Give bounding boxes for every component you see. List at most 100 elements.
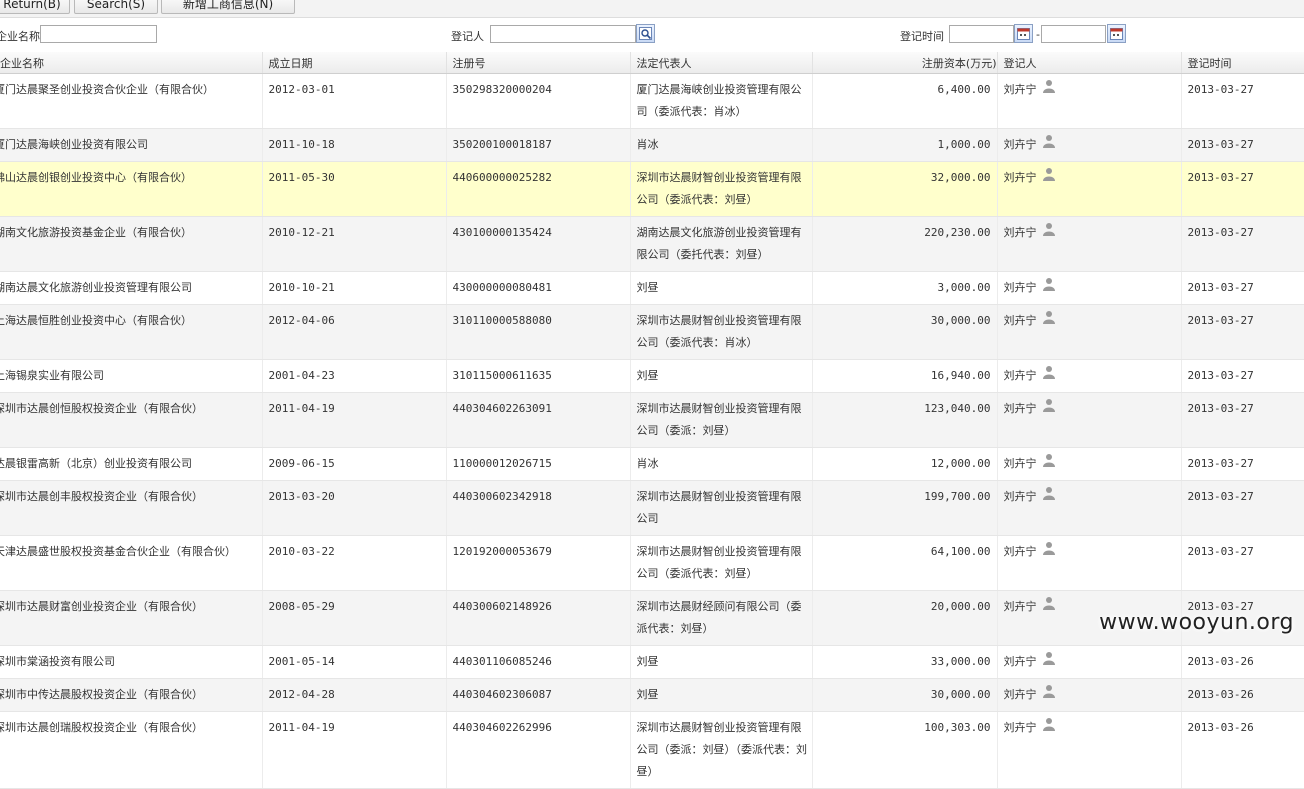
cell-company-name[interactable]: 天津达晨盛世股权投资基金合伙企业（有限合伙） xyxy=(0,535,263,591)
add-business-info-button[interactable]: 新增工商信息(N) xyxy=(161,0,295,14)
cell-company-name[interactable]: 深圳市达晨财富创业投资企业（有限合伙） xyxy=(0,590,263,646)
cell-registration-number: 350298320000204 xyxy=(446,73,631,129)
column-header-registered-capital[interactable]: 注册资本(万元) xyxy=(812,52,998,74)
cell-registration-number: 440300602342918 xyxy=(446,480,631,536)
table-row[interactable]: 湖南文化旅游投资基金企业（有限合伙） 2010-12-21 430100000135… xyxy=(0,216,1304,272)
column-header-registration-time[interactable]: 登记时间 xyxy=(1181,52,1304,74)
table-row[interactable]: 深圳市达晨创恒股权投资企业（有限合伙） 2011-04-19 44030460226… xyxy=(0,392,1304,448)
cell-legal-representative: 深圳市达晨财智创业投资管理有限公司（委派代表：肖冰） xyxy=(630,304,813,360)
cell-company-name[interactable]: 深圳市达晨创恒股权投资企业（有限合伙） xyxy=(0,392,263,448)
cell-company-name[interactable]: 上海锡泉实业有限公司 xyxy=(0,359,263,393)
column-header-legal-representative[interactable]: 法定代表人 xyxy=(630,52,813,74)
table-row[interactable]: 厦门达晨聚圣创业投资合伙企业（有限合伙） 2012-03-01 3502983200… xyxy=(0,73,1304,129)
cell-company-name[interactable]: 厦门达晨聚圣创业投资合伙企业（有限合伙） xyxy=(0,73,263,129)
cell-registrant: 刘卉宁 xyxy=(997,359,1182,393)
user-icon[interactable] xyxy=(1042,596,1055,618)
cell-legal-representative: 深圳市达晨财经顾问有限公司（委派代表：刘昼） xyxy=(630,590,813,646)
registrant-input[interactable] xyxy=(490,25,636,43)
user-icon[interactable] xyxy=(1042,684,1055,706)
table-row[interactable]: 天津达晨盛世股权投资基金合伙企业（有限合伙） 2010-03-22 12019200… xyxy=(0,535,1304,591)
cell-legal-representative: 刘昼 xyxy=(630,645,813,679)
table-row[interactable]: 深圳市达晨创丰股权投资企业（有限合伙） 2013-03-20 44030060234… xyxy=(0,480,1304,536)
cell-registration-number: 110000012026715 xyxy=(446,447,631,481)
table-row[interactable]: 上海锡泉实业有限公司 2001-04-23 310115000611635 刘昼 16,… xyxy=(0,359,1304,393)
cell-registered-capital: 3,000.00 xyxy=(812,271,998,305)
cell-registered-capital: 6,400.00 xyxy=(812,73,998,129)
user-icon[interactable] xyxy=(1042,310,1055,332)
cell-registered-capital: 199,700.00 xyxy=(812,480,998,536)
registrant-name: 刘卉宁 xyxy=(1003,171,1037,184)
cell-company-name[interactable]: 上海达晨恒胜创业投资中心（有限合伙） xyxy=(0,304,263,360)
cell-company-name[interactable]: 深圳市达晨创丰股权投资企业（有限合伙） xyxy=(0,480,263,536)
user-icon[interactable] xyxy=(1042,486,1055,508)
column-header-company-name[interactable]: 企业名称 xyxy=(0,52,263,74)
table-row[interactable]: 湖南达晨文化旅游创业投资管理有限公司 2010-10-21 430000000080… xyxy=(0,271,1304,305)
registrant-lookup-button[interactable] xyxy=(636,24,655,43)
user-icon[interactable] xyxy=(1042,134,1055,156)
cell-registration-time: 2013-03-26 xyxy=(1181,645,1304,679)
cell-registration-time: 2013-03-27 xyxy=(1181,271,1304,305)
toolbar: Return(B) Search(S) 新增工商信息(N) xyxy=(0,0,1304,18)
registrant-name: 刘卉宁 xyxy=(1003,369,1037,382)
column-header-registrant[interactable]: 登记人 xyxy=(997,52,1182,74)
user-icon[interactable] xyxy=(1042,222,1055,244)
return-button[interactable]: Return(B) xyxy=(0,0,70,14)
company-name-input[interactable] xyxy=(40,25,157,43)
reg-time-end-input[interactable] xyxy=(1041,25,1106,43)
registrant-name: 刘卉宁 xyxy=(1003,655,1037,668)
cell-company-name[interactable]: 厦门达晨海峡创业投资有限公司 xyxy=(0,128,263,162)
user-icon[interactable] xyxy=(1042,651,1055,673)
cell-registrant: 刘卉宁 xyxy=(997,271,1182,305)
search-button[interactable]: Search(S) xyxy=(74,0,158,14)
cell-established-date: 2011-04-19 xyxy=(262,711,447,789)
cell-registrant: 刘卉宁 xyxy=(997,304,1182,360)
user-icon[interactable] xyxy=(1042,453,1055,475)
user-icon[interactable] xyxy=(1042,365,1055,387)
cell-registration-time: 2013-03-27 xyxy=(1181,535,1304,591)
cell-registrant: 刘卉宁 xyxy=(997,128,1182,162)
user-icon[interactable] xyxy=(1042,277,1055,299)
table-row[interactable]: 深圳市棠涵投资有限公司 2001-05-14 440301106085246 刘昼 33… xyxy=(0,645,1304,679)
registrant-name: 刘卉宁 xyxy=(1003,721,1037,734)
cell-legal-representative: 深圳市达晨财智创业投资管理有限公司（委派代表：刘昼） xyxy=(630,535,813,591)
cell-registered-capital: 32,000.00 xyxy=(812,161,998,217)
end-date-picker-button[interactable] xyxy=(1107,24,1126,43)
cell-company-name[interactable]: 湖南文化旅游投资基金企业（有限合伙） xyxy=(0,216,263,272)
user-icon[interactable] xyxy=(1042,167,1055,189)
cell-registration-number: 310110000588080 xyxy=(446,304,631,360)
table-row[interactable]: 佛山达晨创银创业投资中心（有限合伙） 2011-05-30 440600000025… xyxy=(0,161,1304,217)
cell-registered-capital: 123,040.00 xyxy=(812,392,998,448)
column-header-registration-number[interactable]: 注册号 xyxy=(446,52,631,74)
registrant-name: 刘卉宁 xyxy=(1003,600,1037,613)
cell-company-name[interactable]: 佛山达晨创银创业投资中心（有限合伙） xyxy=(0,161,263,217)
table-row[interactable]: 深圳市中传达晨股权投资企业（有限合伙） 2012-04-28 44030460230… xyxy=(0,678,1304,712)
cell-legal-representative: 深圳市达晨财智创业投资管理有限公司（委派：刘昼） xyxy=(630,392,813,448)
registrant-name: 刘卉宁 xyxy=(1003,457,1037,470)
user-icon[interactable] xyxy=(1042,79,1055,101)
table-row[interactable]: 深圳市达晨创瑞股权投资企业（有限合伙） 2011-04-19 44030460226… xyxy=(0,711,1304,789)
column-header-established-date[interactable]: 成立日期 xyxy=(262,52,447,74)
table-row[interactable]: 厦门达晨海峡创业投资有限公司 2011-10-18 350200100018187 肖… xyxy=(0,128,1304,162)
reg-time-start-input[interactable] xyxy=(949,25,1014,43)
cell-company-name[interactable]: 深圳市棠涵投资有限公司 xyxy=(0,645,263,679)
registrant-name: 刘卉宁 xyxy=(1003,138,1037,151)
user-icon[interactable] xyxy=(1042,541,1055,563)
cell-company-name[interactable]: 深圳市达晨创瑞股权投资企业（有限合伙） xyxy=(0,711,263,789)
table-row[interactable]: 上海达晨恒胜创业投资中心（有限合伙） 2012-04-06 310110000588… xyxy=(0,304,1304,360)
user-icon[interactable] xyxy=(1042,398,1055,420)
cell-established-date: 2012-03-01 xyxy=(262,73,447,129)
start-date-picker-button[interactable] xyxy=(1014,24,1033,43)
cell-company-name[interactable]: 达晨银雷高新（北京）创业投资有限公司 xyxy=(0,447,263,481)
date-range-separator: - xyxy=(1036,28,1040,41)
cell-legal-representative: 刘昼 xyxy=(630,678,813,712)
cell-established-date: 2010-03-22 xyxy=(262,535,447,591)
cell-registrant: 刘卉宁 xyxy=(997,711,1182,789)
cell-established-date: 2011-04-19 xyxy=(262,392,447,448)
cell-company-name[interactable]: 湖南达晨文化旅游创业投资管理有限公司 xyxy=(0,271,263,305)
user-icon[interactable] xyxy=(1042,717,1055,739)
table-header: 企业名称 成立日期 注册号 法定代表人 注册资本(万元) 登记人 登记时间 xyxy=(0,52,1304,74)
cell-registration-time: 2013-03-27 xyxy=(1181,73,1304,129)
table-row[interactable]: 达晨银雷高新（北京）创业投资有限公司 2009-06-15 110000012026… xyxy=(0,447,1304,481)
cell-established-date: 2013-03-20 xyxy=(262,480,447,536)
cell-company-name[interactable]: 深圳市中传达晨股权投资企业（有限合伙） xyxy=(0,678,263,712)
